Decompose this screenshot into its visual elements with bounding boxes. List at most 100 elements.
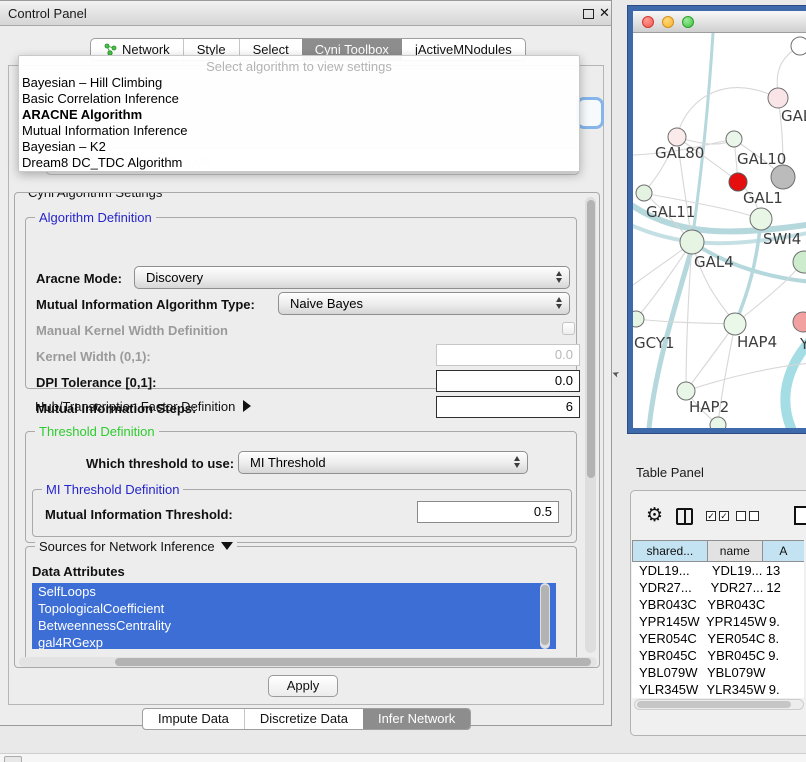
table-row[interactable]: YLR345WYLR345W9. — [632, 681, 804, 698]
close-traffic-icon[interactable] — [642, 16, 654, 28]
node-label: Y — [799, 335, 806, 353]
network-node[interactable] — [791, 37, 806, 55]
table-horizontal-scrollbar[interactable] — [634, 699, 804, 710]
zoom-traffic-icon[interactable] — [682, 16, 694, 28]
node-label: GAL80 — [655, 144, 704, 162]
mi-steps-field[interactable]: 6 — [436, 396, 580, 418]
node-label: GCY1 — [634, 334, 675, 352]
network-node-salmon[interactable] — [793, 312, 806, 332]
spinner-arrows-icon — [514, 456, 520, 468]
split-view-icon[interactable] — [676, 508, 693, 525]
network-node-gcy1[interactable] — [633, 311, 644, 327]
network-node-hap4[interactable] — [724, 313, 746, 335]
resize-cursor: ➤ — [610, 367, 621, 380]
table-row[interactable]: YPR145WYPR145W9. — [632, 613, 804, 630]
chevron-right-icon — [243, 400, 251, 412]
settings-horizontal-scrollbar[interactable] — [19, 657, 597, 667]
list-item[interactable]: BetweennessCentrality — [32, 617, 556, 634]
node-label: GAL — [781, 107, 806, 125]
node-label: GAL1 — [743, 189, 783, 207]
cyni-bottom-tabbar: Impute Data Discretize Data Infer Networ… — [142, 708, 471, 730]
column-header-shared-name[interactable]: shared... — [632, 540, 708, 562]
screen: Control Panel ✕ Network Style Select Cyn… — [0, 0, 806, 762]
node-table: shared... name A YDL19...YDL19...13 YDR2… — [632, 540, 804, 698]
node-label: GAL11 — [646, 203, 695, 221]
algorithm-option[interactable]: Mutual Information Inference — [19, 123, 579, 139]
dpi-tolerance-label: DPI Tolerance [0,1]: — [36, 375, 156, 390]
threshold-definition-group: Threshold Definition Which threshold to … — [25, 431, 577, 543]
network-node[interactable] — [793, 251, 806, 273]
table-row[interactable]: YER054CYER054C8. — [632, 630, 804, 647]
cyni-algorithm-settings-group: Cyni Algorithm Settings Algorithm Defini… — [14, 192, 600, 668]
network-node-swi4[interactable] — [750, 208, 772, 230]
spinner-arrows-icon — [556, 271, 562, 283]
list-item[interactable]: gal4RGexp — [32, 634, 556, 649]
hub-tf-definition-toggle[interactable]: Hub/Transcription Factor Definition — [35, 398, 251, 416]
close-icon[interactable]: ✕ — [599, 5, 610, 21]
network-node[interactable] — [768, 88, 788, 108]
node-label: HAP2 — [689, 398, 729, 416]
settings-vertical-scrollbar[interactable] — [585, 197, 596, 653]
algorithm-option[interactable]: Bayesian – K2 — [19, 139, 579, 155]
algorithm-definition-title: Algorithm Definition — [35, 210, 156, 225]
kernel-width-label: Kernel Width (0,1): — [36, 349, 151, 364]
float-window-icon[interactable] — [583, 9, 594, 19]
table-row[interactable]: YBL079WYBL079W — [632, 664, 804, 681]
node-label: SWI4 — [763, 230, 801, 248]
attributes-list-scrollbar[interactable] — [540, 583, 550, 649]
algorithm-option[interactable]: Bayesian – Hill Climbing — [19, 75, 579, 91]
algorithm-option[interactable]: Dream8 DC_TDC Algorithm — [19, 155, 579, 171]
node-label: HAP4 — [737, 333, 777, 351]
bottom-panel-edge — [0, 753, 806, 762]
table-row[interactable]: YBR045CYBR045C9. — [632, 647, 804, 664]
table-header-row: shared... name A — [632, 540, 804, 562]
manual-kernel-width-checkbox[interactable] — [562, 322, 575, 335]
network-node-gal4[interactable] — [680, 230, 704, 254]
table-row[interactable]: YBR043CYBR043C — [632, 596, 804, 613]
kernel-width-field[interactable]: 0.0 — [436, 344, 580, 366]
network-node-gray[interactable] — [771, 165, 795, 189]
which-threshold-label: Which threshold to use: — [86, 456, 234, 471]
tab-discretize-data[interactable]: Discretize Data — [244, 709, 363, 729]
table-row[interactable]: YDR27...YDR27...12 — [632, 579, 804, 596]
network-node-gal11[interactable] — [636, 185, 652, 201]
algorithm-placeholder: Select algorithm to view settings — [19, 58, 579, 75]
mi-threshold-definition-title: MI Threshold Definition — [42, 482, 183, 497]
network-canvas[interactable]: GAL GAL80 GAL10 GAL1 GAL11 SWI4 GAL4 GCY… — [633, 33, 806, 428]
threshold-definition-title: Threshold Definition — [35, 424, 159, 439]
column-header-name[interactable]: name — [708, 540, 763, 562]
algorithm-option-highlighted[interactable]: ARACNE Algorithm — [19, 107, 579, 123]
network-node-gal10[interactable] — [726, 131, 742, 147]
network-window-titlebar — [633, 11, 806, 33]
aracne-mode-label: Aracne Mode: — [36, 271, 122, 286]
column-header-partial[interactable]: A — [763, 540, 804, 562]
mi-threshold-definition-group: MI Threshold Definition Mutual Informati… — [32, 489, 572, 537]
apply-button[interactable]: Apply — [268, 675, 338, 697]
which-threshold-combobox[interactable]: MI Threshold — [238, 451, 528, 474]
sources-group-title[interactable]: Sources for Network Inference — [35, 539, 237, 554]
show-all-columns-icon[interactable]: ✓✓ — [706, 511, 729, 521]
network-node[interactable] — [710, 417, 726, 428]
minimize-traffic-icon[interactable] — [662, 16, 674, 28]
tab-impute-data[interactable]: Impute Data — [143, 709, 244, 729]
algorithm-definition-group: Algorithm Definition Aracne Mode: Discov… — [25, 217, 577, 389]
collapsed-panel-icon[interactable] — [4, 756, 22, 762]
aracne-mode-combobox[interactable]: Discovery — [134, 266, 570, 289]
dpi-tolerance-field[interactable]: 0.0 — [436, 370, 580, 392]
list-item[interactable]: SelfLoops — [32, 583, 556, 600]
tab-infer-network[interactable]: Infer Network — [363, 709, 470, 729]
network-view-window: GAL GAL80 GAL10 GAL1 GAL11 SWI4 GAL4 GCY… — [628, 6, 806, 433]
hide-all-columns-icon[interactable] — [736, 511, 759, 521]
table-body: YDL19...YDL19...13 YDR27...YDR27...12 YB… — [632, 562, 804, 698]
node-label: GAL10 — [737, 150, 786, 168]
gear-icon[interactable]: ⚙ — [646, 506, 663, 525]
sources-group: Sources for Network Inference Data Attri… — [25, 546, 577, 668]
mi-threshold-field[interactable]: 0.5 — [417, 501, 559, 523]
mi-algorithm-type-combobox[interactable]: Naive Bayes — [278, 292, 570, 315]
algorithm-option[interactable]: Basic Correlation Inference — [19, 91, 579, 107]
table-row[interactable]: YDL19...YDL19...13 — [632, 562, 804, 579]
list-item[interactable]: TopologicalCoefficient — [32, 600, 556, 617]
document-icon[interactable] — [794, 506, 806, 525]
table-panel-title: Table Panel — [636, 465, 704, 480]
algorithm-combobox-focus-fragment[interactable] — [576, 97, 604, 129]
